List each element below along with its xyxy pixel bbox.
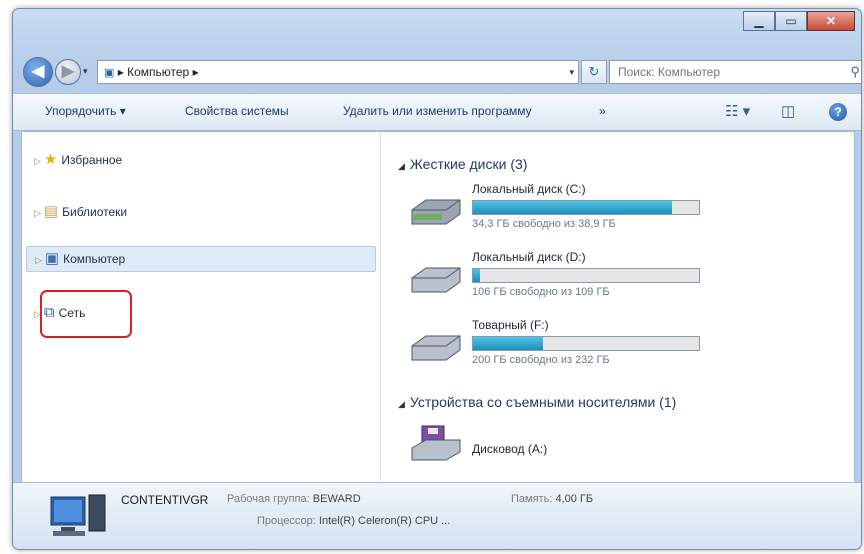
organize-button[interactable]: Упорядочить ▾ <box>45 104 126 118</box>
maximize-button[interactable]: ▭ <box>775 11 807 31</box>
collapse-triangle-icon[interactable]: ◢ <box>398 161 405 171</box>
refresh-button[interactable]: ↻ <box>581 60 607 84</box>
group-header-hdd[interactable]: ◢ Жесткие диски (3) <box>398 156 527 172</box>
nav-item-label: Компьютер <box>63 252 126 266</box>
content-area: ▷ ★ Избранное ▷ ▤ Библиотеки ▷ ▣ Компьютер ▷ ⧉ С… <box>21 131 855 483</box>
expand-arrow-icon[interactable]: ▷ <box>35 255 42 265</box>
hard-disk-icon <box>411 267 461 293</box>
hard-disk-icon <box>411 199 461 225</box>
computer-small-icon: ▣ <box>104 67 115 79</box>
address-bar[interactable]: ▣ ▸ Компьютер ▸ ▾ <box>97 60 579 84</box>
preview-pane-icon[interactable]: ◫ <box>781 102 795 120</box>
workgroup-info: Рабочая группа: BEWARD <box>227 493 361 505</box>
drive-item-c[interactable]: Локальный диск (C:) 34,3 ГБ свободно из … <box>408 182 738 238</box>
cpu-label: Процессор: <box>257 515 316 527</box>
group-header-label: Устройства со съемными носителями (1) <box>409 394 677 410</box>
close-button[interactable]: ✕ <box>807 11 855 31</box>
expand-arrow-icon[interactable]: ▷ <box>34 208 41 218</box>
breadcrumb-arrow[interactable]: ▸ <box>193 65 199 79</box>
drive-name: Локальный диск (C:) <box>472 182 586 196</box>
drive-name: Товарный (F:) <box>472 318 549 332</box>
drive-usage-fill <box>473 269 480 282</box>
drive-usage-bar <box>472 200 700 215</box>
minimize-button[interactable]: ▁ <box>743 11 775 31</box>
forward-button[interactable]: ▶ <box>55 59 81 85</box>
caption-buttons: ▁ ▭ ✕ <box>743 11 855 31</box>
computer-name: CONTENTIVGR <box>121 493 209 507</box>
more-commands-button[interactable]: » <box>599 104 606 118</box>
nav-item-computer[interactable]: ▷ ▣ Компьютер <box>26 246 376 272</box>
drive-usage-fill <box>473 201 672 214</box>
back-button[interactable]: ◀ <box>23 57 53 87</box>
nav-item-libraries[interactable]: ▷ ▤ Библиотеки <box>34 202 127 220</box>
command-bar: Упорядочить ▾ Свойства системы Удалить и… <box>13 93 861 131</box>
system-properties-button[interactable]: Свойства системы <box>185 104 289 118</box>
drive-item-a[interactable]: Дисковод (A:) <box>408 424 738 480</box>
explorer-window: ▁ ▭ ✕ ◀ ▶ ▾ ▣ ▸ Компьютер ▸ ▾ ↻ ⚲ Упоряд… <box>12 8 862 550</box>
star-icon: ★ <box>43 151 58 168</box>
search-box[interactable]: ⚲ <box>609 60 861 84</box>
collapse-triangle-icon[interactable]: ◢ <box>398 399 405 409</box>
highlight-frame <box>40 290 132 338</box>
drive-free-space: 200 ГБ свободно из 232 ГБ <box>472 354 610 366</box>
hard-disk-icon <box>411 335 461 361</box>
nav-item-label: Избранное <box>61 153 123 167</box>
computer-icon: ▣ <box>44 250 60 267</box>
search-icon[interactable]: ⚲ <box>850 61 860 83</box>
expand-arrow-icon[interactable]: ▷ <box>34 156 41 166</box>
group-header-removable[interactable]: ◢ Устройства со съемными носителями (1) <box>398 394 676 410</box>
memory-info: Память: 4,00 ГБ <box>511 493 593 505</box>
search-input[interactable] <box>616 64 840 80</box>
nav-item-favorites[interactable]: ▷ ★ Избранное <box>34 150 122 168</box>
history-dropdown[interactable]: ▾ <box>83 66 88 77</box>
drive-item-d[interactable]: Локальный диск (D:) 106 ГБ свободно из 1… <box>408 250 738 306</box>
memory-value: 4,00 ГБ <box>555 493 594 505</box>
drive-usage-bar <box>472 336 700 351</box>
drive-usage-fill <box>473 337 544 350</box>
cpu-value: Intel(R) Celeron(R) CPU ... <box>318 515 451 527</box>
drive-name: Локальный диск (D:) <box>472 250 586 264</box>
drive-free-space: 106 ГБ свободно из 109 ГБ <box>472 286 610 298</box>
address-row: ◀ ▶ ▾ ▣ ▸ Компьютер ▸ ▾ ↻ ⚲ <box>21 57 861 87</box>
workgroup-value: BEWARD <box>312 493 361 505</box>
navigation-pane: ▷ ★ Избранное ▷ ▤ Библиотеки ▷ ▣ Компьютер ▷ ⧉ С… <box>22 132 381 482</box>
breadcrumb-computer[interactable]: Компьютер <box>127 65 189 79</box>
help-button[interactable]: ? <box>829 103 847 121</box>
details-pane: CONTENTIVGR Рабочая группа: BEWARD Памят… <box>13 482 861 549</box>
floppy-drive-icon <box>411 425 461 461</box>
view-options-icon[interactable]: ☷ ▾ <box>725 102 750 120</box>
workgroup-label: Рабочая группа: <box>227 493 310 505</box>
library-icon: ▤ <box>43 203 59 220</box>
drive-name: Дисковод (A:) <box>472 442 548 456</box>
drive-free-space: 34,3 ГБ свободно из 38,9 ГБ <box>472 218 616 230</box>
group-header-label: Жесткие диски (3) <box>409 156 528 172</box>
uninstall-program-button[interactable]: Удалить или изменить программу <box>343 104 532 118</box>
drive-item-f[interactable]: Товарный (F:) 200 ГБ свободно из 232 ГБ <box>408 318 738 374</box>
cpu-info: Процессор: Intel(R) Celeron(R) CPU ... <box>257 515 450 527</box>
nav-item-label: Библиотеки <box>62 205 128 219</box>
breadcrumb-root-arrow[interactable]: ▸ <box>118 65 124 79</box>
computer-large-icon <box>50 494 106 536</box>
address-dropdown[interactable]: ▾ <box>569 61 574 83</box>
memory-label: Память: <box>511 493 553 505</box>
drive-usage-bar <box>472 268 700 283</box>
